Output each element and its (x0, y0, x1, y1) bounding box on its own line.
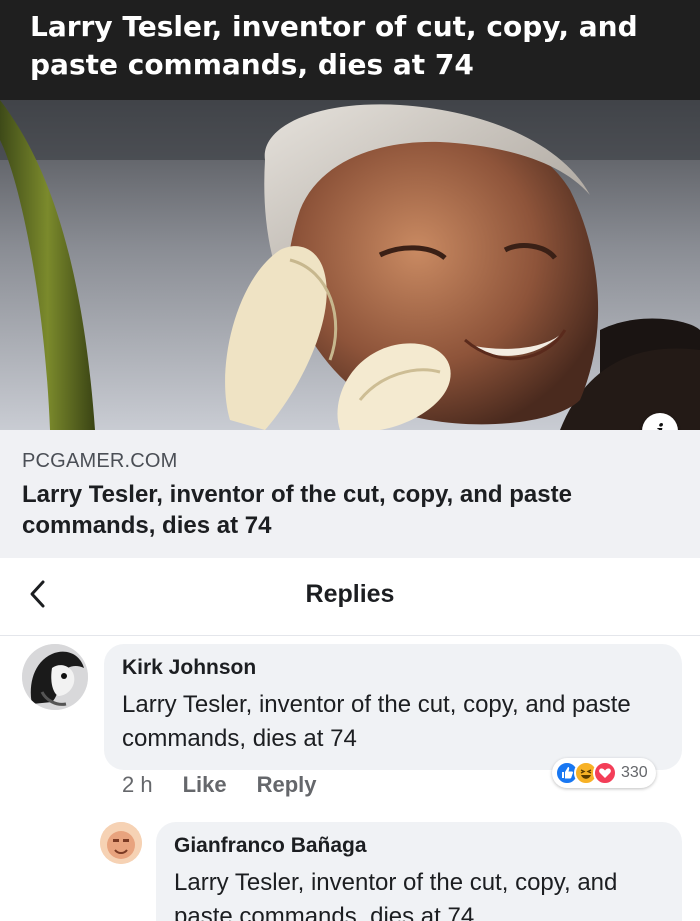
headline-text: Larry Tesler, inventor of cut, copy, and… (30, 10, 638, 81)
comment-author[interactable]: Kirk Johnson (122, 656, 664, 680)
reaction-count: 330 (621, 764, 648, 781)
comment: Gianfranco Bañaga Larry Tesler, inventor… (0, 816, 700, 921)
comment-bubble[interactable]: Gianfranco Bañaga Larry Tesler, inventor… (156, 822, 682, 921)
headline-bar: Larry Tesler, inventor of cut, copy, and… (0, 0, 700, 100)
link-title: Larry Tesler, inventor of the cut, copy,… (22, 481, 572, 539)
comment-timestamp[interactable]: 2 h (122, 772, 153, 798)
comment: Kirk Johnson Larry Tesler, inventor of t… (0, 636, 700, 816)
avatar[interactable] (22, 644, 88, 710)
replies-title: Replies (305, 580, 395, 608)
link-source: PCGAMER.COM (22, 450, 178, 472)
like-button[interactable]: Like (183, 772, 227, 798)
avatar-image (100, 822, 142, 864)
portrait-image (0, 100, 700, 430)
reactions-summary[interactable]: 330 (552, 758, 656, 788)
comment-text: Larry Tesler, inventor of the cut, copy,… (122, 691, 631, 752)
comment-text: Larry Tesler, inventor of the cut, copy,… (174, 869, 618, 921)
article-photo[interactable] (0, 100, 700, 430)
reply-button[interactable]: Reply (257, 772, 317, 798)
avatar-image (22, 644, 88, 710)
comment-author[interactable]: Gianfranco Bañaga (174, 834, 664, 858)
avatar[interactable] (100, 822, 142, 864)
comment-actions: 2 h Like Reply (122, 772, 317, 798)
love-icon (593, 761, 617, 785)
replies-header: Replies (0, 558, 700, 636)
comment-bubble[interactable]: Kirk Johnson Larry Tesler, inventor of t… (104, 644, 682, 770)
link-preview[interactable]: PCGAMER.COM Larry Tesler, inventor of th… (0, 430, 700, 558)
